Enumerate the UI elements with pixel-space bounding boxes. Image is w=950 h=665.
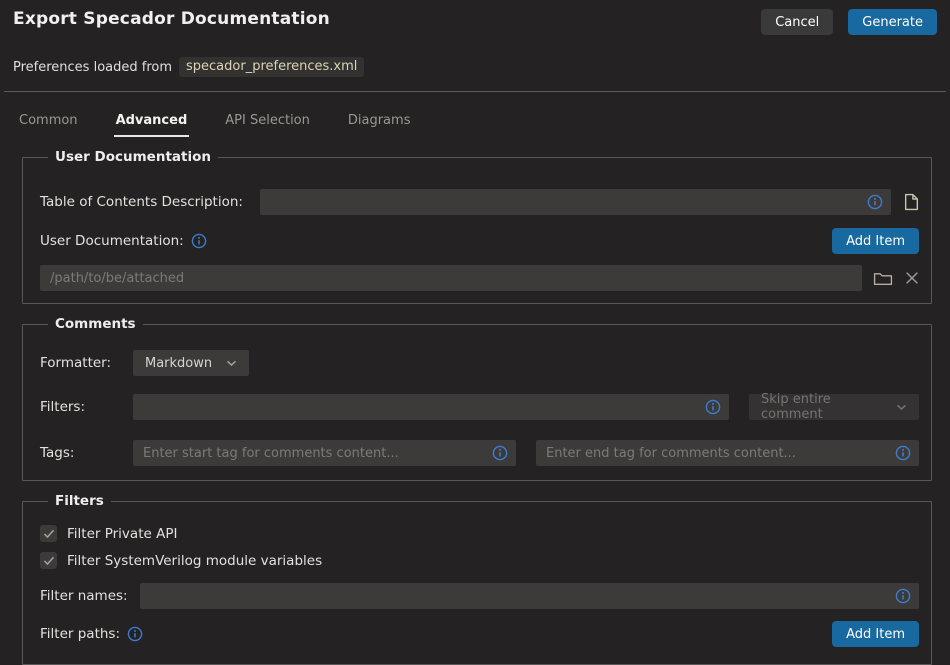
filter-names-input-wrap [140, 583, 919, 609]
user-doc-path-input[interactable] [40, 265, 854, 291]
user-doc-path-row [40, 265, 919, 291]
tags-row: Tags: [40, 440, 919, 466]
checkbox-checked-icon[interactable] [40, 525, 57, 542]
comment-filters-input[interactable] [133, 394, 705, 420]
add-user-doc-item-button[interactable]: Add Item [832, 228, 919, 254]
formatter-label: Formatter: [40, 355, 133, 371]
info-icon[interactable] [127, 626, 143, 642]
dialog-header: Export Specador Documentation Cancel Gen… [0, 0, 950, 35]
filter-private-api-label: Filter Private API [67, 526, 177, 542]
filter-private-api-checkbox-row[interactable]: Filter Private API [40, 525, 919, 542]
browse-folder-icon[interactable] [873, 270, 893, 286]
add-filter-path-button[interactable]: Add Item [832, 621, 919, 647]
generate-button[interactable]: Generate [848, 9, 937, 35]
remove-item-icon[interactable] [905, 271, 919, 285]
tab-api-selection[interactable]: API Selection [223, 111, 312, 137]
tags-label: Tags: [40, 445, 133, 461]
chevron-down-icon [226, 360, 237, 367]
user-doc-row: User Documentation: Add Item [40, 228, 919, 254]
skip-comment-dropdown[interactable]: Skip entire comment [749, 394, 919, 420]
info-icon[interactable] [705, 399, 721, 415]
preferences-file-badge: specador_preferences.xml [179, 57, 364, 77]
filter-names-label: Filter names: [40, 588, 140, 604]
filter-paths-label-group: Filter paths: [40, 626, 143, 642]
page-title: Export Specador Documentation [13, 9, 330, 29]
comment-filters-input-wrap [133, 394, 729, 420]
header-separator [4, 91, 946, 92]
toc-description-input-wrap [260, 189, 891, 215]
tab-advanced[interactable]: Advanced [114, 111, 190, 137]
export-specador-dialog: Export Specador Documentation Cancel Gen… [0, 0, 950, 639]
tab-bar: Common Advanced API Selection Diagrams [0, 111, 950, 137]
tab-diagrams[interactable]: Diagrams [346, 111, 413, 137]
toc-description-row: Table of Contents Description: [40, 189, 919, 215]
new-file-icon[interactable] [904, 193, 919, 211]
tab-common[interactable]: Common [17, 111, 80, 137]
filters-section: Filters Filter Private API Filter System… [22, 493, 932, 665]
header-buttons: Cancel Generate [761, 9, 937, 35]
filter-paths-label: Filter paths: [40, 626, 120, 642]
end-tag-input-wrap [536, 440, 919, 466]
formatter-dropdown[interactable]: Markdown [133, 350, 249, 376]
start-tag-input[interactable] [133, 440, 492, 466]
filter-paths-row: Filter paths: Add Item [40, 621, 919, 647]
filter-sv-module-vars-checkbox-row[interactable]: Filter SystemVerilog module variables [40, 552, 919, 569]
info-icon[interactable] [191, 233, 207, 249]
user-documentation-section: User Documentation Table of Contents Des… [22, 149, 932, 304]
filter-names-row: Filter names: [40, 583, 919, 609]
toc-description-label: Table of Contents Description: [40, 194, 260, 210]
preferences-loaded-line: Preferences loaded from specador_prefere… [13, 57, 937, 77]
comment-filters-label: Filters: [40, 399, 133, 415]
chevron-down-icon [896, 404, 907, 411]
info-icon[interactable] [895, 588, 911, 604]
user-doc-label-group: User Documentation: [40, 233, 207, 249]
filter-sv-module-vars-label: Filter SystemVerilog module variables [67, 553, 322, 569]
end-tag-input[interactable] [536, 440, 895, 466]
comment-filters-row: Filters: Skip entire comment [40, 394, 919, 420]
toc-description-input[interactable] [260, 189, 867, 215]
formatter-dropdown-value: Markdown [145, 356, 212, 371]
cancel-button[interactable]: Cancel [761, 9, 833, 35]
preferences-loaded-text: Preferences loaded from [13, 60, 172, 75]
info-icon[interactable] [895, 445, 911, 461]
info-icon[interactable] [867, 194, 883, 210]
start-tag-input-wrap [133, 440, 516, 466]
comments-legend: Comments [48, 316, 143, 332]
user-documentation-legend: User Documentation [48, 149, 218, 165]
formatter-row: Formatter: Markdown [40, 350, 919, 376]
info-icon[interactable] [492, 445, 508, 461]
checkbox-checked-icon[interactable] [40, 552, 57, 569]
user-doc-path-input-wrap [40, 265, 862, 291]
filters-legend: Filters [48, 493, 111, 509]
user-doc-label: User Documentation: [40, 233, 184, 249]
comments-section: Comments Formatter: Markdown Filters: Sk… [22, 316, 932, 481]
filter-names-input[interactable] [140, 583, 895, 609]
skip-comment-dropdown-value: Skip entire comment [761, 392, 882, 422]
